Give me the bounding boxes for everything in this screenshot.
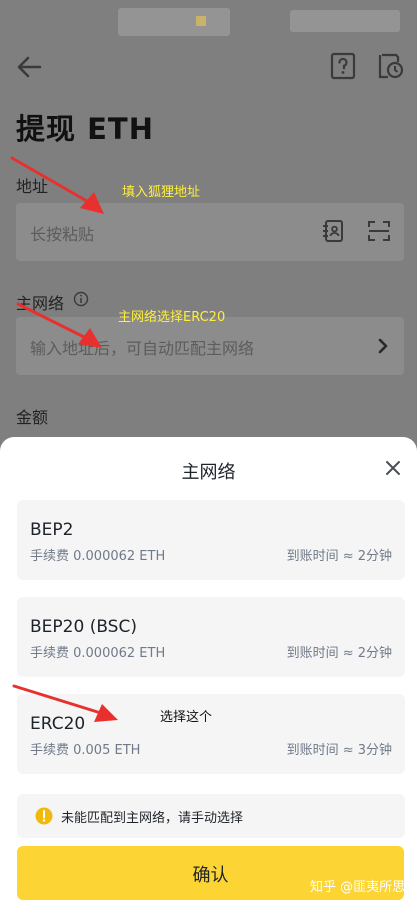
network-option-time: 到账时间 ≈ 2分钟 <box>286 646 392 661</box>
network-option-fee: 手续费 0.005 ETH <box>30 743 141 758</box>
status-bar-blur-right <box>290 10 400 32</box>
network-option-fee: 手续费 0.000062 ETH <box>30 646 166 661</box>
network-option-time: 到账时间 ≈ 3分钟 <box>286 743 392 758</box>
annotation-address-note: 填入狐狸地址 <box>122 185 201 200</box>
address-book-icon[interactable] <box>322 219 344 243</box>
network-option-bep2[interactable]: BEP2 手续费 0.000062 ETH 到账时间 ≈ 2分钟 <box>17 500 405 580</box>
network-option-name: BEP2 <box>30 520 74 540</box>
network-warning: 未能匹配到主网络，请手动选择 <box>17 794 405 838</box>
network-option-bep20[interactable]: BEP20 (BSC) 手续费 0.000062 ETH 到账时间 ≈ 2分钟 <box>17 597 405 677</box>
warning-text: 未能匹配到主网络，请手动选择 <box>61 811 244 826</box>
amount-label: 金额 <box>16 408 49 427</box>
close-icon[interactable] <box>384 459 402 477</box>
scan-qr-icon[interactable] <box>368 220 390 242</box>
history-icon[interactable] <box>376 52 404 80</box>
status-bar-blur-dot <box>196 16 206 26</box>
watermark: 知乎 @匪夷所思 <box>310 880 406 895</box>
annotation-select-note: 选择这个 <box>160 710 213 725</box>
network-option-fee: 手续费 0.000062 ETH <box>30 549 166 564</box>
annotation-arrow-network <box>16 302 102 348</box>
sheet-title: 主网络 <box>181 462 236 483</box>
network-option-name: BEP20 (BSC) <box>30 617 137 637</box>
page-title: 提现 ETH <box>16 112 154 146</box>
warning-icon <box>35 807 53 825</box>
help-document-icon[interactable] <box>330 52 356 80</box>
annotation-arrow-address <box>10 156 104 214</box>
status-bar-blur <box>118 8 230 36</box>
address-placeholder: 长按粘贴 <box>30 225 95 244</box>
network-option-time: 到账时间 ≈ 2分钟 <box>286 549 392 564</box>
annotation-arrow-select <box>12 684 118 722</box>
back-arrow-icon[interactable] <box>14 52 44 82</box>
chevron-right-icon <box>378 338 388 354</box>
annotation-network-note: 主网络选择ERC20 <box>118 310 226 325</box>
